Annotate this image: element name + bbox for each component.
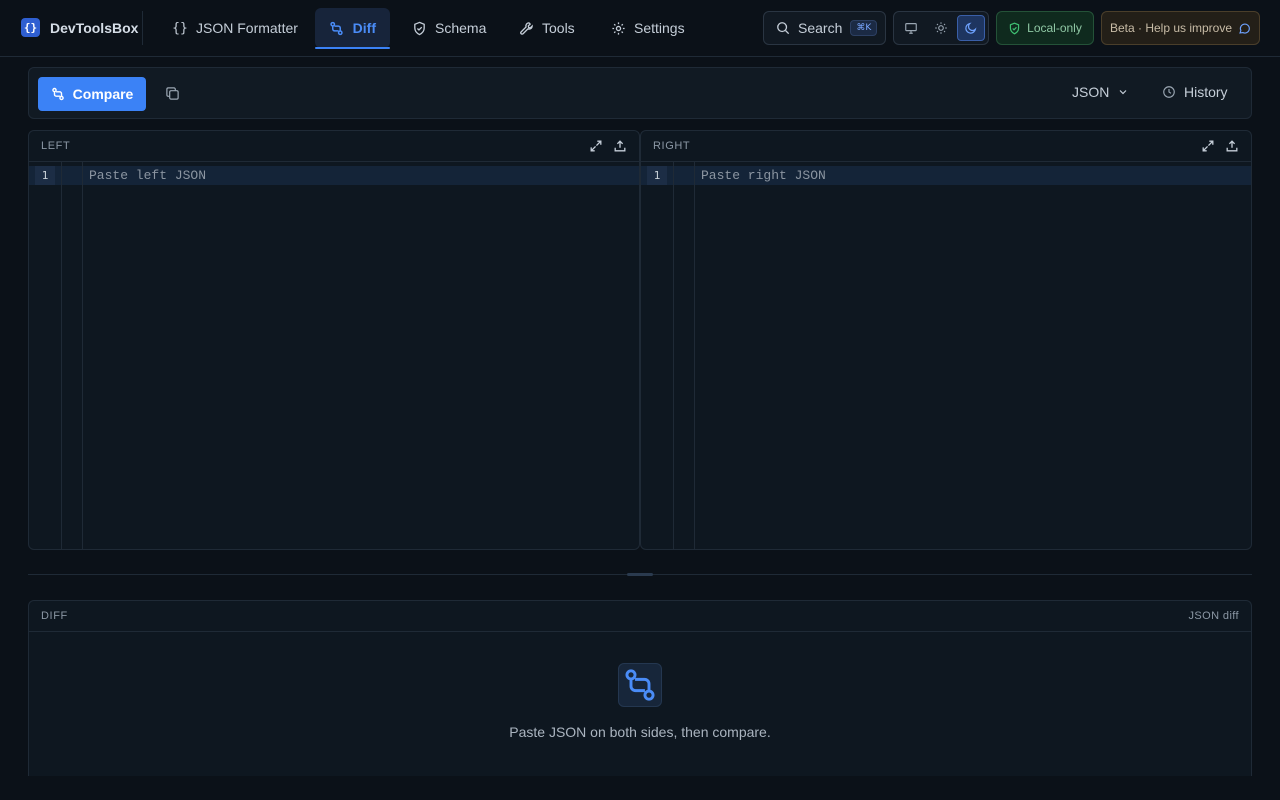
tab-tools[interactable]: Tools [504, 8, 589, 48]
right-json-editor[interactable]: 1 Paste right JSON [641, 162, 1251, 549]
left-placeholder: Paste left JSON [89, 168, 207, 183]
local-only-badge[interactable]: Local-only [996, 11, 1094, 45]
git-compare-icon [618, 663, 662, 707]
tab-label: Tools [542, 20, 575, 36]
tab-label: Settings [634, 20, 685, 36]
expand-icon[interactable] [1201, 139, 1215, 153]
fold-gutter [674, 162, 695, 549]
format-value: JSON [1072, 84, 1110, 100]
tab-settings[interactable]: Settings [596, 8, 699, 48]
line-gutter [29, 162, 62, 549]
beta-feedback-button[interactable]: Beta · Help us improve [1101, 11, 1260, 45]
diff-mode-label: JSON diff [1188, 610, 1239, 622]
upload-icon[interactable] [1225, 139, 1239, 153]
left-editor-pane: LEFT 1 Paste left JSON [28, 130, 640, 550]
shield-check-icon [1008, 22, 1021, 35]
beta-label: Beta · Help us improve [1109, 21, 1233, 35]
chevron-down-icon [1117, 86, 1129, 98]
pane-title: RIGHT [653, 140, 691, 152]
line-number: 1 [647, 166, 667, 185]
pane-actions [1201, 139, 1239, 153]
git-compare-icon [51, 87, 65, 101]
format-select[interactable]: JSON [1072, 84, 1129, 100]
copy-icon[interactable] [163, 84, 181, 102]
sun-icon[interactable] [927, 15, 955, 41]
theme-switcher [893, 11, 989, 45]
pane-title: LEFT [41, 140, 71, 152]
tab-diff[interactable]: Diff [315, 8, 390, 49]
empty-state-message: Paste JSON on both sides, then compare. [509, 724, 771, 740]
diff-title: DIFF [41, 610, 68, 622]
braces-icon: {} [172, 20, 188, 36]
brand-name: DevToolsBox [50, 19, 139, 36]
tab-json-formatter[interactable]: {} JSON Formatter [158, 8, 312, 48]
gear-icon [610, 20, 626, 36]
tab-schema[interactable]: Schema [397, 8, 500, 48]
right-placeholder: Paste right JSON [701, 168, 826, 183]
top-bar: {} DevToolsBox {} JSON Formatter Diff Sc… [0, 0, 1280, 57]
pane-header: LEFT [29, 131, 639, 162]
search-label: Search [798, 20, 843, 36]
line-gutter [641, 162, 674, 549]
tab-label: Schema [435, 20, 487, 36]
upload-icon[interactable] [613, 139, 627, 153]
pane-actions [589, 139, 627, 153]
message-icon [1238, 22, 1251, 35]
brand[interactable]: {} DevToolsBox [21, 18, 138, 37]
diff-header: DIFF JSON diff [29, 601, 1251, 632]
tab-label: JSON Formatter [196, 20, 298, 36]
shortcut-badge: ⌘K [850, 20, 878, 36]
wrench-icon [518, 20, 534, 36]
moon-icon[interactable] [957, 15, 985, 41]
expand-icon[interactable] [589, 139, 603, 153]
local-only-label: Local-only [1027, 21, 1082, 35]
search-icon [776, 21, 790, 35]
tab-label: Diff [352, 20, 376, 36]
fold-gutter [62, 162, 83, 549]
diff-output-panel: DIFF JSON diff Paste JSON on both sides,… [28, 600, 1252, 776]
monitor-icon[interactable] [897, 15, 925, 41]
left-json-editor[interactable]: 1 Paste left JSON [29, 162, 639, 549]
divider [142, 11, 143, 45]
git-compare-icon [329, 20, 345, 36]
shield-icon [411, 20, 427, 36]
compare-label: Compare [72, 86, 134, 102]
diff-toolbar: Compare JSON History [28, 67, 1252, 119]
search-button[interactable]: Search ⌘K [763, 11, 886, 45]
pane-header: RIGHT [641, 131, 1251, 162]
resize-handle[interactable] [627, 573, 653, 576]
clock-icon [1162, 85, 1176, 99]
history-button[interactable]: History [1162, 84, 1228, 100]
right-editor-pane: RIGHT 1 Paste right JSON [640, 130, 1252, 550]
history-label: History [1184, 84, 1228, 100]
line-number: 1 [35, 166, 55, 185]
compare-button[interactable]: Compare [38, 77, 146, 111]
braces-logo-icon: {} [21, 18, 40, 37]
